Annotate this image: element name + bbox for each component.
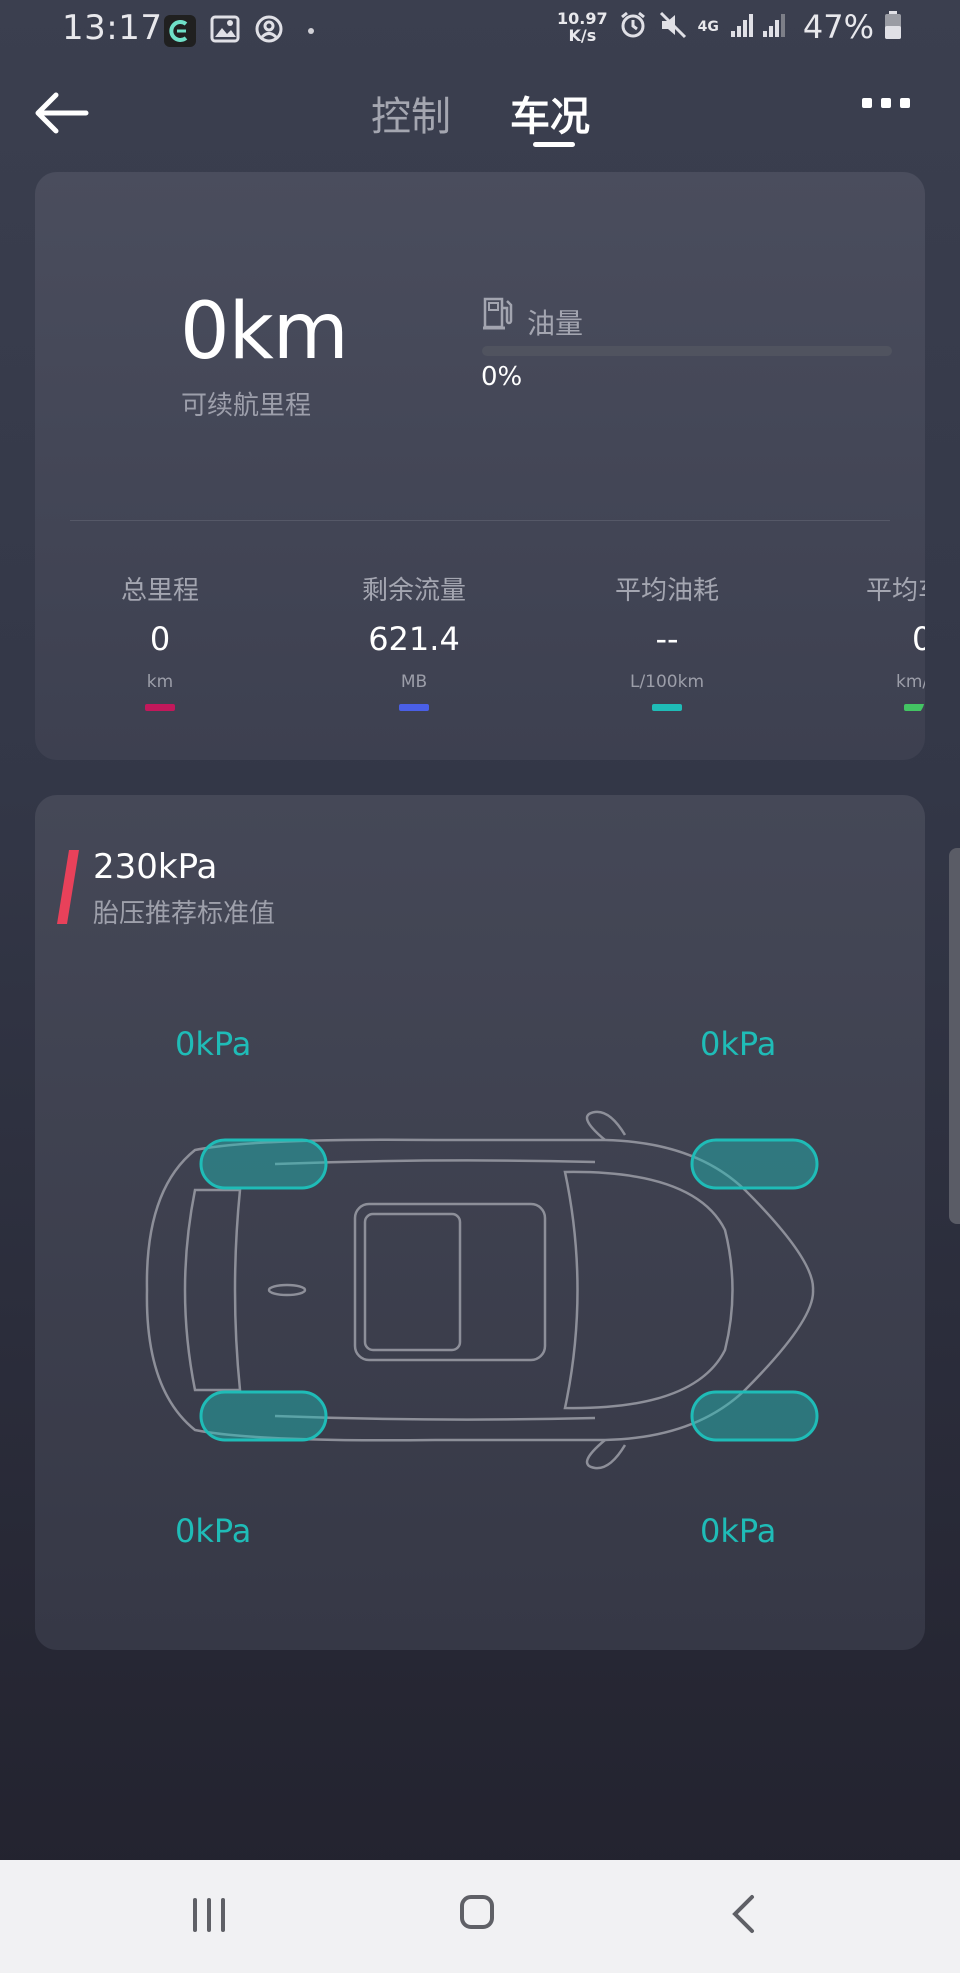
fuel-percent: 0% <box>481 362 523 392</box>
more-options-button[interactable] <box>862 98 910 108</box>
stats-scroller[interactable]: 总里程 0 km 剩余流量 621.4 MB 平均油耗 -- L/100km 平… <box>35 570 925 720</box>
signal-icon <box>729 11 793 43</box>
mute-icon <box>658 10 688 44</box>
stat-label: 总里程 <box>120 576 199 606</box>
net-speed: 10.97 K/s <box>557 10 608 44</box>
tire-front-right-pressure: 0kPa <box>700 1025 777 1063</box>
image-icon <box>210 15 240 47</box>
stat-color-bar <box>399 704 429 711</box>
home-button[interactable] <box>460 1895 494 1929</box>
stat-unit: km/h <box>896 672 925 692</box>
stat-color-bar <box>652 704 682 711</box>
top-navigation: 控制 车况 <box>0 62 960 162</box>
net-speed-unit: K/s <box>568 26 597 45</box>
status-right: 10.97 K/s 4G 47% <box>557 8 902 46</box>
status-time: 13:17 <box>62 8 163 48</box>
range-value: 0km <box>180 287 349 377</box>
system-back-button[interactable] <box>730 1894 756 1938</box>
active-tab-indicator <box>533 142 575 147</box>
tire-rear-right-pressure: 0kPa <box>700 1512 777 1550</box>
stat-unit: L/100km <box>629 672 705 692</box>
chevron-left-icon <box>732 1895 754 1933</box>
tab-control[interactable]: 控制 <box>371 84 451 142</box>
accent-slash-icon <box>57 850 79 924</box>
tire-rear-left-pressure: 0kPa <box>175 1512 252 1550</box>
battery-percent: 47% <box>802 8 874 46</box>
car-top-view-icon <box>145 1110 819 1470</box>
stat-label: 剩余流量 <box>361 576 466 606</box>
battery-icon <box>884 10 902 44</box>
stat-value: -- <box>655 620 679 658</box>
tab-vehicle-status[interactable]: 车况 <box>510 84 590 142</box>
stat-unit: MB <box>400 672 428 692</box>
fuel-level-bar <box>482 346 892 356</box>
stat-value: 0 <box>912 620 925 658</box>
recents-icon <box>207 1898 211 1932</box>
stat-avg-speed: 平均车速 0 km/h <box>818 570 925 711</box>
recents-icon <box>221 1898 225 1932</box>
more-dot-icon <box>900 98 910 108</box>
fuel-pump-icon <box>482 296 514 336</box>
recents-button[interactable] <box>193 1898 225 1932</box>
app-notification-icon <box>164 15 196 47</box>
stat-remaining-data: 剩余流量 621.4 MB <box>314 570 514 711</box>
stat-color-bar <box>145 704 175 711</box>
stat-value: 621.4 <box>368 620 460 658</box>
vehicle-overview-card: 0km 可续航里程 油量 0% 总里程 0 km 剩余流量 621.4 MB 平… <box>35 172 925 760</box>
recents-icon <box>193 1898 197 1932</box>
stat-unit: km <box>146 672 174 692</box>
status-bar: 13:17 10.97 K/s 4G 47% <box>0 0 960 62</box>
stat-value: 0 <box>149 620 171 658</box>
more-dot-icon <box>881 98 891 108</box>
stat-label: 平均油耗 <box>614 576 719 606</box>
range-label: 可续航里程 <box>181 391 312 421</box>
tire-pressure-card: 230kPa 胎压推荐标准值 0kPa 0kPa 0kPa 0kPa <box>35 795 925 1650</box>
stat-total-mileage: 总里程 0 km <box>60 570 260 711</box>
arrow-left-icon <box>35 92 89 134</box>
stat-label: 平均车速 <box>866 576 925 606</box>
system-navigation-bar <box>0 1860 960 1973</box>
more-notifications-dot <box>308 28 314 34</box>
tire-front-left-pressure: 0kPa <box>175 1025 252 1063</box>
network-type: 4G <box>697 19 719 35</box>
account-circle-icon <box>254 14 284 48</box>
back-button[interactable] <box>30 88 90 138</box>
scroll-indicator[interactable] <box>949 848 960 1224</box>
recommended-pressure-value: 230kPa <box>93 847 218 887</box>
stat-color-bar <box>904 704 925 711</box>
alarm-icon <box>618 10 648 44</box>
notification-icons <box>164 14 314 48</box>
fuel-label: 油量 <box>527 307 584 340</box>
more-dot-icon <box>862 98 872 108</box>
stat-avg-fuel-consumption: 平均油耗 -- L/100km <box>567 570 767 711</box>
recommended-pressure-label: 胎压推荐标准值 <box>93 899 276 929</box>
net-speed-value: 10.97 <box>557 9 608 28</box>
divider <box>70 520 890 521</box>
